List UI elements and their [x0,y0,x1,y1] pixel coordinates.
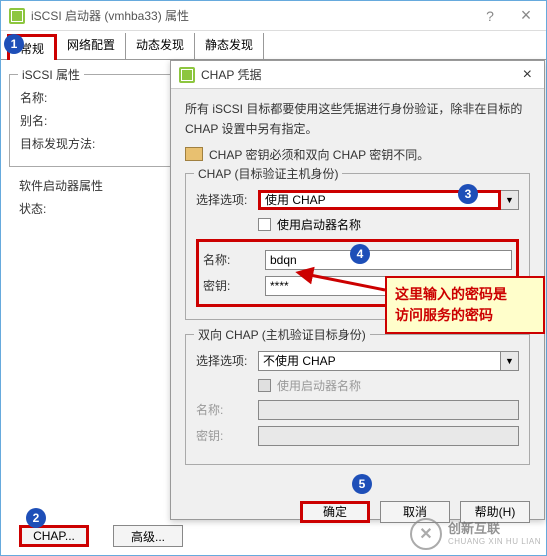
chevron-down-icon[interactable]: ▼ [501,190,519,210]
watermark: ✕ 创新互联 CHUANG XIN HU LIAN [410,518,541,550]
main-bottom-buttons: CHAP... 高级... [19,525,183,547]
instruction2: CHAP 密钥必须和双向 CHAP 密钥不同。 [185,146,530,163]
window-controls: ? × [478,6,538,26]
titlebar: iSCSI 启动器 (vmhba33) 属性 ? × [1,1,546,31]
mutual-legend: 双向 CHAP (主机验证目标身份) [194,326,370,343]
annotation-2: 2 [26,508,46,528]
mutual-use-initiator-label: 使用启动器名称 [277,377,361,394]
callout-box: 这里输入的密码是 访问服务的密码 [385,276,545,334]
tab-static[interactable]: 静态发现 [195,33,264,59]
mutual-use-initiator-checkbox [258,379,271,392]
status-label: 状态: [19,200,109,217]
annotation-5: 5 [352,474,372,494]
dialog-title: CHAP 凭据 [201,66,519,83]
vmware-icon [9,8,25,24]
mutual-select-dropdown[interactable] [258,351,501,371]
instruction2-text: CHAP 密钥必须和双向 CHAP 密钥不同。 [209,146,429,163]
chevron-down-icon[interactable]: ▼ [501,351,519,371]
dialog-titlebar: CHAP 凭据 × [171,61,544,89]
mutual-key-input [258,426,519,446]
chap-name-label: 名称: [203,251,265,268]
callout-arrow [300,270,390,303]
tab-network[interactable]: 网络配置 [57,33,126,59]
discovery-label: 目标发现方法: [20,135,110,152]
tabs-row: 常规 网络配置 动态发现 静态发现 [1,31,546,60]
name-label: 名称: [20,89,110,106]
alias-label: 别名: [20,112,110,129]
watermark-logo-icon: ✕ [410,518,442,550]
watermark-sub: CHUANG XIN HU LIAN [448,537,541,546]
annotation-3: 3 [458,184,478,204]
chap-select-label: 选择选项: [196,191,258,208]
use-initiator-checkbox[interactable] [258,218,271,231]
help-icon[interactable]: ? [478,6,502,26]
mutual-select-label: 选择选项: [196,352,258,369]
mutual-chap-fieldset: 双向 CHAP (主机验证目标身份) 选择选项: ▼ 使用启动器名称 名称: 密… [185,334,530,465]
instruction-text: 所有 iSCSI 目标都要使用这些凭据进行身份验证，除非在目标的 CHAP 设置… [185,99,530,140]
callout-line1: 这里输入的密码是 [395,284,535,305]
tab-dynamic[interactable]: 动态发现 [126,33,195,59]
close-icon[interactable]: × [514,6,538,26]
chap-badge-icon [185,147,203,161]
mutual-name-input [258,400,519,420]
callout-line2: 访问服务的密码 [395,305,535,326]
annotation-1: 1 [4,34,24,54]
window-title: iSCSI 启动器 (vmhba33) 属性 [31,7,478,24]
iscsi-legend: iSCSI 属性 [18,66,84,83]
chap-key-label: 密钥: [203,277,265,294]
annotation-4: 4 [350,244,370,264]
watermark-brand: 创新互联 [448,522,541,536]
chap-legend: CHAP (目标验证主机身份) [194,165,342,182]
use-initiator-label: 使用启动器名称 [277,216,361,233]
mutual-name-label: 名称: [196,401,258,418]
mutual-key-label: 密钥: [196,427,258,444]
close-icon[interactable]: × [519,66,536,84]
chap-name-input[interactable] [265,250,512,270]
chap-button[interactable]: CHAP... [19,525,89,547]
vmware-icon [179,67,195,83]
ok-button[interactable]: 确定 [300,501,370,523]
